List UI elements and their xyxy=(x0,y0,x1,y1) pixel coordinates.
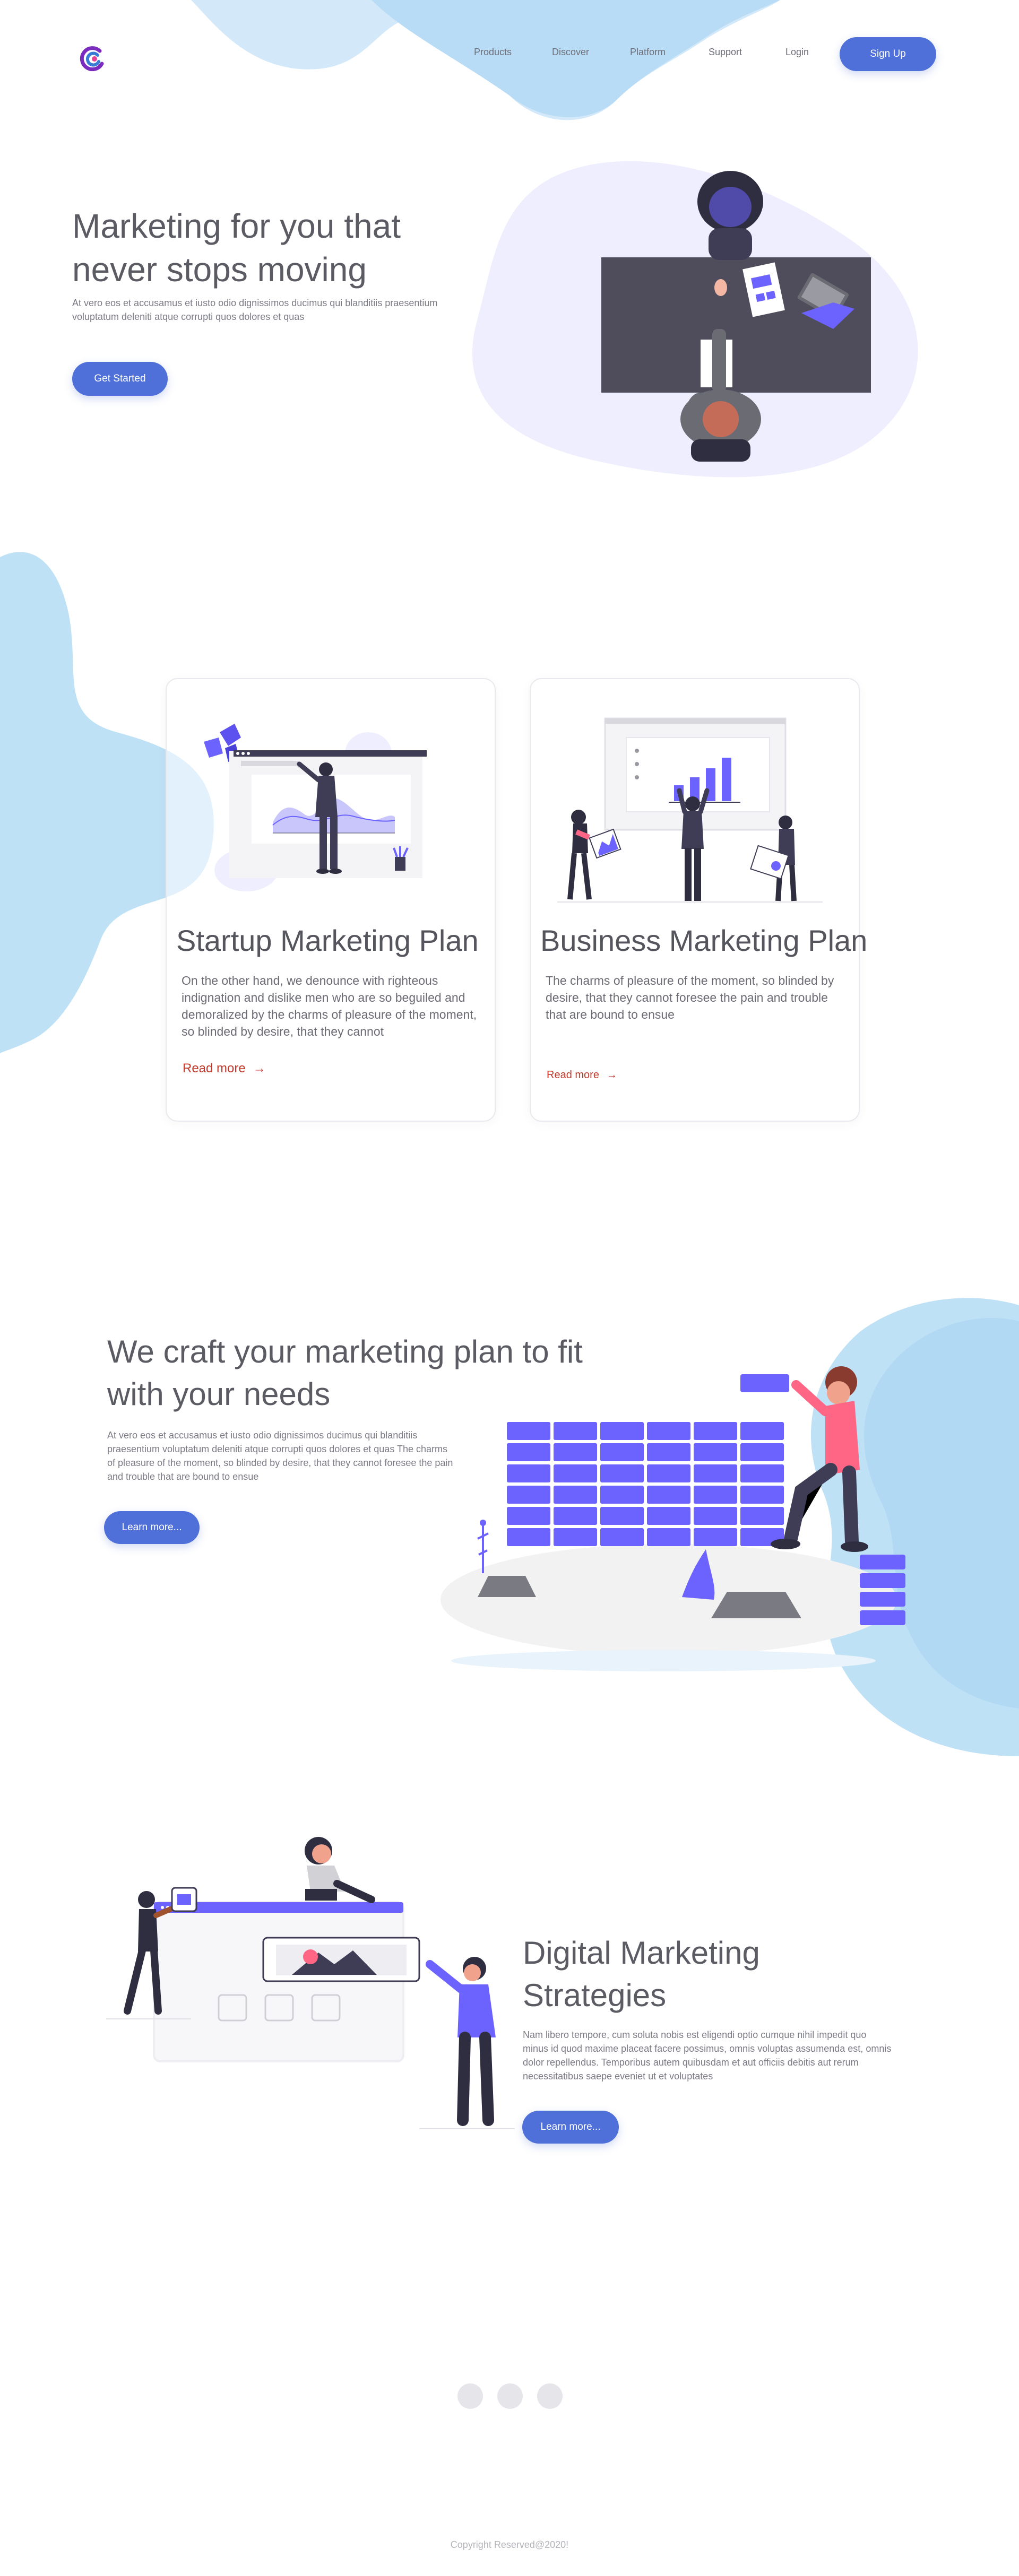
brand-logo-icon[interactable] xyxy=(79,45,108,74)
nav-support[interactable]: Support xyxy=(709,47,742,58)
nav-discover[interactable]: Discover xyxy=(552,47,589,58)
carousel-dot-2[interactable] xyxy=(497,2383,523,2409)
craft-learn-more-button[interactable]: Learn more... xyxy=(104,1511,200,1544)
wall-building-illustration xyxy=(441,1366,905,1671)
digital-title: Digital Marketing Strategies xyxy=(523,1935,760,2013)
craft-text: At vero eos et accusamus et iusto odio d… xyxy=(107,1430,453,1482)
get-started-button[interactable]: Get Started xyxy=(72,362,168,396)
card-startup: Startup Marketing Plan On the other hand… xyxy=(166,678,496,1122)
read-more-label: Read more xyxy=(183,1061,246,1075)
digital-strategies-illustration xyxy=(106,1837,515,2129)
business-illustration xyxy=(557,717,823,903)
card-text: The charms of pleasure of the moment, so… xyxy=(546,974,834,1021)
card-title: Startup Marketing Plan xyxy=(176,924,479,957)
arrow-right-icon: → xyxy=(253,1061,266,1075)
carousel-dot-1[interactable] xyxy=(457,2383,483,2409)
arrow-right-icon: → xyxy=(606,1069,617,1081)
nav-platform[interactable]: Platform xyxy=(630,47,666,58)
copyright-text: Copyright Reserved@2020! xyxy=(450,2539,569,2550)
nav-products[interactable]: Products xyxy=(474,47,512,58)
card-business: Business Marketing Plan The charms of pl… xyxy=(530,678,867,1122)
digital-text: Nam libero tempore, cum soluta nobis est… xyxy=(523,2029,892,2081)
digital-learn-more-button[interactable]: Learn more... xyxy=(522,2111,619,2144)
read-more-label: Read more xyxy=(547,1069,599,1081)
hero-text: At vero eos et accusamus et iusto odio d… xyxy=(72,298,438,322)
read-more-link[interactable]: Read more → xyxy=(183,1061,266,1076)
card-text: On the other hand, we denounce with righ… xyxy=(182,974,477,1038)
startup-illustration xyxy=(204,724,427,891)
handshake-illustration xyxy=(601,171,871,462)
card-title: Business Marketing Plan xyxy=(540,924,868,957)
signup-button[interactable]: Sign Up xyxy=(840,37,936,71)
carousel-dot-3[interactable] xyxy=(537,2383,563,2409)
nav-login[interactable]: Login xyxy=(785,47,809,58)
read-more-link[interactable]: Read more → xyxy=(547,1069,617,1081)
hero-title: Marketing for you that never stops movin… xyxy=(72,207,401,289)
